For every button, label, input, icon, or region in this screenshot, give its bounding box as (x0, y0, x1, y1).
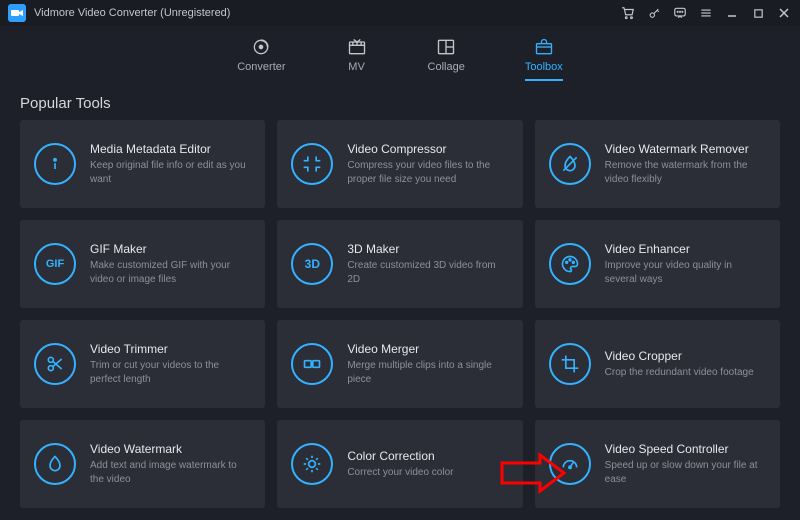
info-icon (34, 143, 76, 185)
tool-video-enhancer[interactable]: Video Enhancer Improve your video quality… (535, 220, 780, 308)
tool-title: Video Compressor (347, 142, 508, 156)
tool-desc: Improve your video quality in several wa… (605, 259, 766, 286)
section-title: Popular Tools (0, 81, 800, 120)
tab-collage[interactable]: Collage (428, 36, 465, 81)
tool-desc: Keep original file info or edit as you w… (90, 159, 251, 186)
gif-icon: GIF (34, 243, 76, 285)
maximize-icon[interactable] (750, 5, 766, 21)
3d-icon: 3D (291, 243, 333, 285)
tool-desc: Add text and image watermark to the vide… (90, 459, 251, 486)
tool-video-trimmer[interactable]: Video Trimmer Trim or cut your videos to … (20, 320, 265, 408)
collage-icon (435, 36, 457, 58)
tool-video-watermark-remover[interactable]: Video Watermark Remover Remove the waterm… (535, 120, 780, 208)
tool-video-merger[interactable]: Video Merger Merge multiple clips into a … (277, 320, 522, 408)
droplet-icon (34, 443, 76, 485)
tool-video-cropper[interactable]: Video Cropper Crop the redundant video fo… (535, 320, 780, 408)
tool-title: GIF Maker (90, 242, 251, 256)
tool-video-watermark[interactable]: Video Watermark Add text and image waterm… (20, 420, 265, 508)
tool-desc: Compress your video files to the proper … (347, 159, 508, 186)
tab-converter[interactable]: Converter (237, 36, 285, 81)
tool-desc: Merge multiple clips into a single piece (347, 359, 508, 386)
scissors-icon (34, 343, 76, 385)
main-tabs: Converter MV Collage Toolbox (0, 26, 800, 81)
feedback-icon[interactable] (672, 5, 688, 21)
crop-icon (549, 343, 591, 385)
app-logo-icon (8, 4, 26, 22)
menu-icon[interactable] (698, 5, 714, 21)
minimize-icon[interactable] (724, 5, 740, 21)
close-icon[interactable] (776, 5, 792, 21)
tab-toolbox[interactable]: Toolbox (525, 36, 563, 81)
compress-icon (291, 143, 333, 185)
tool-title: Media Metadata Editor (90, 142, 251, 156)
tool-desc: Remove the watermark from the video flex… (605, 159, 766, 186)
merge-icon (291, 343, 333, 385)
tool-title: Video Cropper (605, 349, 754, 363)
tool-title: Video Speed Controller (605, 442, 766, 456)
tool-3d-maker[interactable]: 3D 3D Maker Create customized 3D video fr… (277, 220, 522, 308)
tool-desc: Crop the redundant video footage (605, 366, 754, 380)
tool-gif-maker[interactable]: GIF GIF Maker Make customized GIF with yo… (20, 220, 265, 308)
app-title: Vidmore Video Converter (Unregistered) (34, 7, 230, 19)
tool-title: Video Enhancer (605, 242, 766, 256)
tool-desc: Correct your video color (347, 466, 453, 480)
tab-label: Converter (237, 61, 285, 73)
tab-label: MV (348, 61, 365, 73)
tools-grid: Media Metadata Editor Keep original file … (0, 120, 800, 520)
speedometer-icon (549, 443, 591, 485)
titlebar: Vidmore Video Converter (Unregistered) (0, 0, 800, 26)
palette-icon (549, 243, 591, 285)
tool-desc: Trim or cut your videos to the perfect l… (90, 359, 251, 386)
tab-label: Toolbox (525, 61, 563, 73)
tool-desc: Make customized GIF with your video or i… (90, 259, 251, 286)
remove-watermark-icon (549, 143, 591, 185)
cart-icon[interactable] (620, 5, 636, 21)
toolbox-icon (533, 36, 555, 58)
tool-title: Video Watermark Remover (605, 142, 766, 156)
key-icon[interactable] (646, 5, 662, 21)
tab-label: Collage (428, 61, 465, 73)
tab-mv[interactable]: MV (346, 36, 368, 81)
tool-video-speed-controller[interactable]: Video Speed Controller Speed up or slow d… (535, 420, 780, 508)
tool-title: Video Watermark (90, 442, 251, 456)
tool-title: Video Trimmer (90, 342, 251, 356)
sun-icon (291, 443, 333, 485)
tool-desc: Create customized 3D video from 2D (347, 259, 508, 286)
mv-icon (346, 36, 368, 58)
tool-color-correction[interactable]: Color Correction Correct your video color (277, 420, 522, 508)
tool-desc: Speed up or slow down your file at ease (605, 459, 766, 486)
tool-media-metadata-editor[interactable]: Media Metadata Editor Keep original file … (20, 120, 265, 208)
tool-title: 3D Maker (347, 242, 508, 256)
converter-icon (250, 36, 272, 58)
tool-title: Video Merger (347, 342, 508, 356)
tool-video-compressor[interactable]: Video Compressor Compress your video file… (277, 120, 522, 208)
tool-title: Color Correction (347, 449, 453, 463)
